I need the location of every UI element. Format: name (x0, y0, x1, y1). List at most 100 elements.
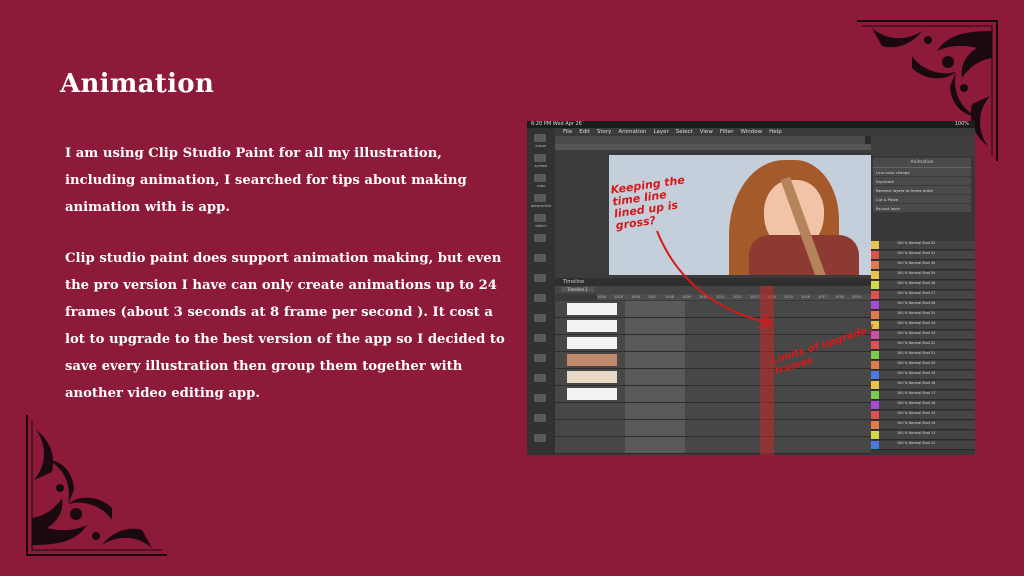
tool-button[interactable] (534, 154, 546, 162)
layer-row[interactable]: 100 % Normal Shot 17 (871, 391, 975, 400)
layer-color-swatch (871, 411, 879, 419)
layer-name: 100 % Normal Shot 29 (897, 271, 936, 275)
layer-row[interactable]: 100 % Normal Shot 15 (871, 411, 975, 420)
animation-menu-item[interactable]: Duplicate (873, 177, 971, 186)
layer-row[interactable]: 100 % Normal Shot 24 (871, 321, 975, 330)
slide-title: Animation (60, 69, 215, 100)
layer-row[interactable]: 100 % Normal Shot 32 (871, 241, 975, 250)
tool-strip (555, 136, 865, 144)
tool-button[interactable] (534, 414, 546, 422)
tool-label: sketch (535, 224, 547, 228)
right-panel: Animation Line color change Duplicate Rena… (871, 136, 975, 455)
animation-menu-item[interactable]: Line color change (873, 168, 971, 177)
menu-item-view[interactable]: View (700, 128, 713, 136)
layer-name: 100 % Normal Shot 18 (897, 381, 936, 385)
layer-name: 100 % Normal Shot 22 (897, 341, 936, 345)
layer-row[interactable]: 100 % Normal Shot 18 (871, 381, 975, 390)
layer-color-swatch (871, 251, 879, 259)
animation-menu-title: Animation (873, 158, 971, 168)
layer-row[interactable]: 100 % Normal Shot 20 (871, 361, 975, 370)
frame-range (625, 403, 685, 419)
frame-thumbnail (567, 320, 617, 332)
layer-row[interactable]: 100 % Normal Shot 29 (871, 271, 975, 280)
tool-button[interactable] (534, 434, 546, 442)
layer-name: 100 % Normal Shot 31 (897, 251, 936, 255)
tool-button[interactable] (534, 174, 546, 182)
layer-row[interactable]: 100 % Normal Shot 12 (871, 441, 975, 450)
menu-item-filter[interactable]: Filter (720, 128, 734, 136)
timeline-dropdown[interactable]: Timeline 1 (561, 287, 594, 292)
menu-item-window[interactable]: Window (740, 128, 762, 136)
panel-header (871, 136, 975, 156)
animation-menu-item[interactable]: Rename layers to frame order (873, 186, 971, 195)
menu-bar: File Edit Story Animation Layer Select View Fil… (555, 128, 975, 136)
frame-range (625, 420, 685, 436)
animation-menu-item[interactable]: Re-sort layer (873, 204, 971, 213)
menu-item-story[interactable]: Story (597, 128, 612, 136)
battery-indicator: 100% (954, 121, 969, 127)
timeline-track[interactable] (555, 386, 871, 403)
layer-row[interactable]: 100 % Normal Shot 14 (871, 421, 975, 430)
paragraph-intro: I am using Clip Studio Paint for all my … (65, 146, 467, 215)
layer-list: 100 % Normal Shot 32 100 % Normal Shot 31… (871, 241, 975, 455)
timeline-track[interactable] (555, 403, 871, 420)
layer-row[interactable]: 100 % Normal Shot 22 (871, 341, 975, 350)
layer-color-swatch (871, 381, 879, 389)
animation-menu-item[interactable]: Cut & Paste (873, 195, 971, 204)
layer-color-swatch (871, 421, 879, 429)
frame-number: 1019 (852, 295, 861, 299)
frame-number: 1018 (835, 295, 844, 299)
tool-button[interactable] (534, 254, 546, 262)
layer-row[interactable]: 100 % Normal Shot 30 (871, 261, 975, 270)
menu-item-layer[interactable]: Layer (653, 128, 668, 136)
tool-button[interactable] (534, 194, 546, 202)
tool-button[interactable] (534, 214, 546, 222)
slide: Animation I am using Clip Studio Paint f… (0, 0, 1024, 576)
tool-button[interactable] (534, 294, 546, 302)
layer-row[interactable]: 100 % Normal Shot 31 (871, 251, 975, 260)
clip-studio-screenshot: 6:20 PM Wed Apr 26 100% File Edit Story Ani… (527, 121, 975, 455)
ipad-status-bar: 6:20 PM Wed Apr 26 100% (527, 121, 975, 128)
menu-item-animation[interactable]: Animation (618, 128, 646, 136)
tool-button[interactable] (534, 234, 546, 242)
layer-name: 100 % Normal Shot 23 (897, 331, 936, 335)
tool-button[interactable] (534, 394, 546, 402)
frame-range (625, 352, 685, 368)
layer-row[interactable]: 100 % Normal Shot 27 (871, 291, 975, 300)
tool-label: color (536, 184, 546, 188)
layer-row[interactable]: 100 % Normal Shot 16 (871, 401, 975, 410)
menu-item-help[interactable]: Help (769, 128, 782, 136)
tool-button[interactable] (534, 314, 546, 322)
layer-name: 100 % Normal Shot 12 (897, 441, 936, 445)
layer-color-swatch (871, 301, 879, 309)
timeline-track[interactable] (555, 437, 871, 454)
layer-row[interactable]: 100 % Normal Shot 21 (871, 351, 975, 360)
tool-button[interactable] (534, 134, 546, 142)
tool-button[interactable] (534, 334, 546, 342)
layer-name: 100 % Normal Shot 27 (897, 291, 936, 295)
frame-number: 1017 (818, 295, 827, 299)
timeline-track[interactable] (555, 369, 871, 386)
corner-ornament-bottom-left (26, 415, 167, 556)
layer-name: 100 % Normal Shot 26 (897, 301, 936, 305)
layer-row[interactable]: 100 % Normal Shot 13 (871, 431, 975, 440)
layer-row[interactable]: 100 % Normal Shot 28 (871, 281, 975, 290)
frame-range (625, 369, 685, 385)
status-time: 6:20 PM Wed Apr 26 (531, 121, 582, 127)
layer-row[interactable]: 100 % Normal Shot 23 (871, 331, 975, 340)
layer-color-swatch (871, 311, 879, 319)
menu-item-select[interactable]: Select (676, 128, 693, 136)
layer-row[interactable]: 100 % Normal Shot 26 (871, 301, 975, 310)
frame-number: 1016 (801, 295, 810, 299)
layer-color-swatch (871, 241, 879, 249)
layer-row[interactable]: 100 % Normal Shot 19 (871, 371, 975, 380)
timeline-track[interactable] (555, 420, 871, 437)
layer-color-swatch (871, 261, 879, 269)
menu-item-edit[interactable]: Edit (579, 128, 590, 136)
tool-button[interactable] (534, 354, 546, 362)
tool-button[interactable] (534, 274, 546, 282)
tool-button[interactable] (534, 374, 546, 382)
layer-row[interactable]: 100 % Normal Shot 25 (871, 311, 975, 320)
menu-item-file[interactable]: File (563, 128, 572, 136)
frame-thumbnail (567, 337, 617, 349)
